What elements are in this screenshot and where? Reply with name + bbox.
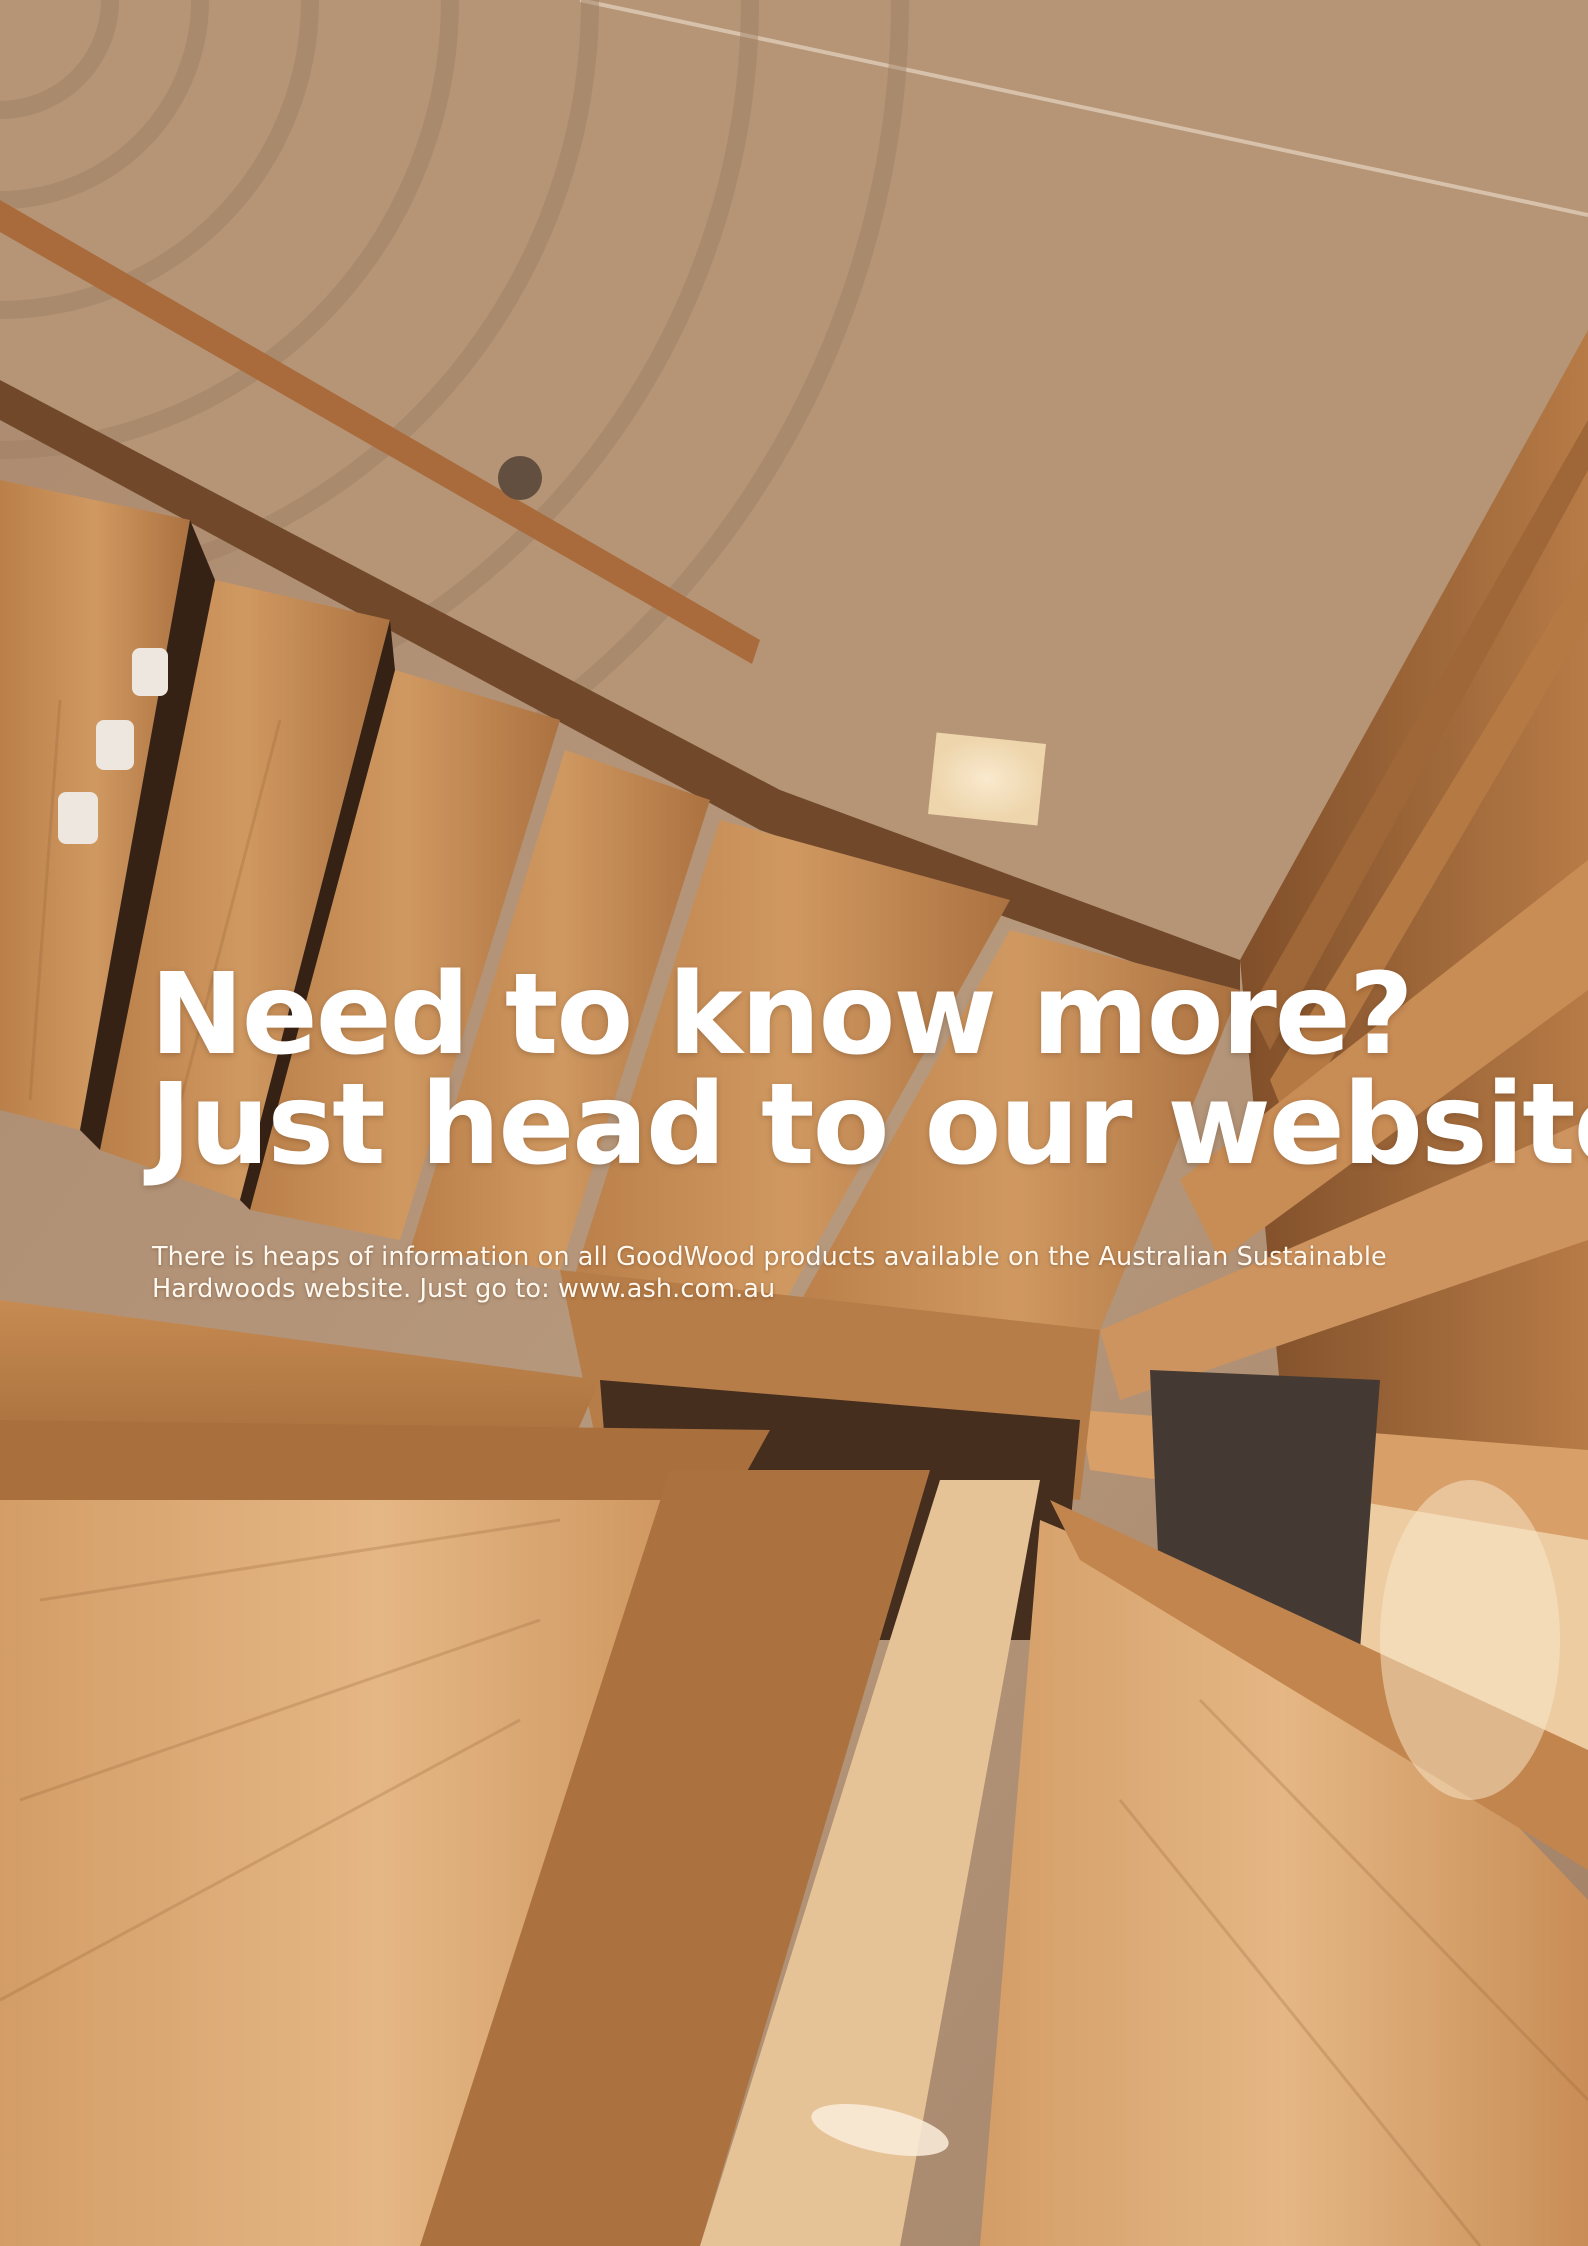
body-line-2: Hardwoods website. Just go to: www.ash.c… [152, 1274, 776, 1304]
body-paragraph: There is heaps of information on all Goo… [152, 1241, 1452, 1305]
headline: Need to know more? Just head to our webs… [150, 950, 1588, 1190]
headline-line-1: Need to know more? [150, 950, 1414, 1080]
brochure-page: Need to know more? Just head to our webs… [0, 0, 1588, 2246]
headline-line-2: Just head to our website! [150, 1060, 1588, 1190]
body-line-1: There is heaps of information on all Goo… [152, 1242, 1387, 1272]
